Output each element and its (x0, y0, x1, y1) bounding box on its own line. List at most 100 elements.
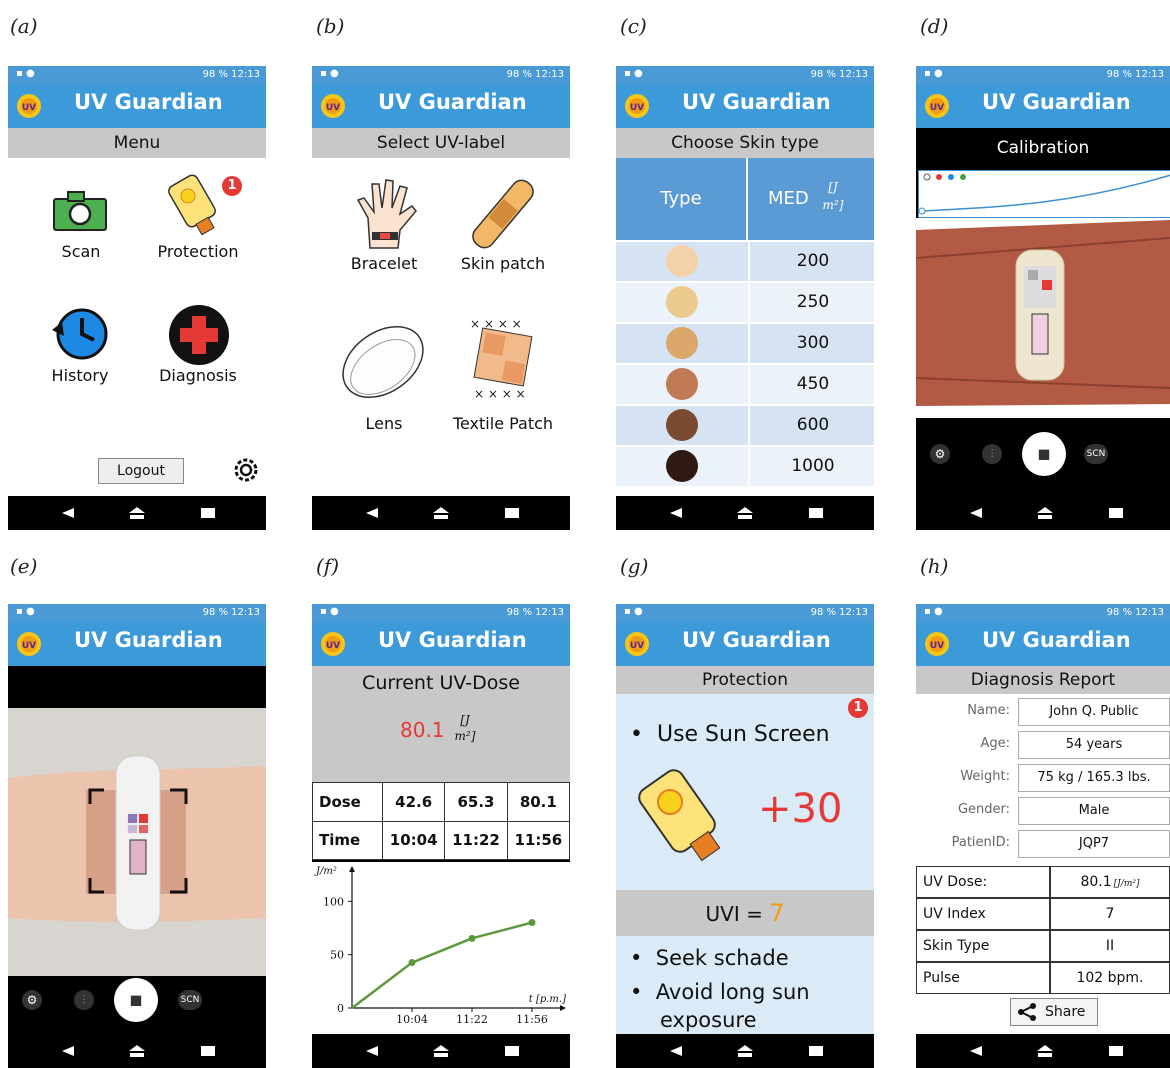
sunscreen-icon (168, 174, 216, 236)
settings-icon[interactable]: ⚙ (22, 990, 42, 1010)
time-cell: 10:04 (381, 820, 446, 860)
recents-icon[interactable] (808, 507, 824, 519)
svg-text:× × × ×: × × × × (470, 317, 522, 331)
sliders-icon[interactable]: ⫶ (982, 444, 1002, 464)
back-icon[interactable] (364, 1045, 380, 1057)
home-icon[interactable] (737, 507, 753, 519)
field-value[interactable]: 75 kg / 165.3 lbs. (1018, 764, 1170, 792)
sun-logo-icon: UV (925, 94, 949, 118)
history-button[interactable]: History (32, 304, 128, 390)
back-icon[interactable] (60, 507, 76, 519)
back-icon[interactable] (968, 1045, 984, 1057)
dose-row-label: Dose (312, 782, 383, 822)
svg-text:UV: UV (930, 641, 944, 651)
recents-icon[interactable] (200, 1045, 216, 1057)
protection-button[interactable]: 1 Protection (146, 172, 250, 272)
nav-bar (312, 496, 570, 530)
report-label: Pulse (916, 962, 1050, 994)
back-icon[interactable] (60, 1045, 76, 1057)
skin-color-swatch (666, 368, 698, 400)
logout-button[interactable]: Logout (98, 458, 184, 484)
settings-icon[interactable]: ⚙ (930, 444, 950, 464)
home-icon[interactable] (129, 507, 145, 519)
app-bar: UV UV Guardian (916, 84, 1170, 128)
home-icon[interactable] (1037, 1045, 1053, 1057)
dose-cell: 42.6 (381, 782, 446, 822)
svg-text:UV: UV (22, 641, 36, 651)
skin-type-table: Type MED [J m²] 200 250 300 450 600 1000 (616, 158, 874, 496)
page-title: Select UV-label (312, 128, 570, 158)
shutter-button[interactable]: ◼ (114, 978, 158, 1022)
gear-icon[interactable] (230, 454, 262, 486)
scene-mode-button[interactable]: SCN (178, 990, 202, 1010)
app-bar: UV UV Guardian (616, 622, 874, 666)
diagnosis-button[interactable]: Diagnosis (146, 304, 250, 390)
lens-option[interactable]: Lens (334, 322, 434, 433)
recents-icon[interactable] (1108, 1045, 1124, 1057)
sun-logo-icon: UV (17, 632, 41, 656)
notification-badge: 1 (848, 698, 868, 718)
back-icon[interactable] (668, 1045, 684, 1057)
textile-patch-label: Textile Patch (452, 414, 554, 433)
scene-mode-button[interactable]: SCN (1084, 444, 1108, 464)
camera-controls: ⚙ ⫶ ◼ SCN (8, 976, 266, 1034)
back-icon[interactable] (364, 507, 380, 519)
skin-type-row[interactable]: 1000 (616, 447, 874, 486)
scan-button[interactable]: Scan (36, 186, 126, 266)
skin-patch-option[interactable]: Skin patch (448, 178, 558, 278)
home-icon[interactable] (129, 1045, 145, 1057)
app-bar: UV UV Guardian (8, 622, 266, 666)
panel-label-d: (d) (920, 14, 949, 38)
home-icon[interactable] (433, 507, 449, 519)
sun-logo-icon: UV (321, 632, 345, 656)
skin-type-row[interactable]: 250 (616, 283, 874, 322)
sun-logo-icon: UV (925, 632, 949, 656)
sliders-icon[interactable]: ⫶ (74, 990, 94, 1010)
sun-logo-icon: UV (17, 94, 41, 118)
protection-content: 1 • Use Sun Screen +30 UVI = 7 • Seek sc… (616, 694, 874, 1034)
textile-patch-option[interactable]: × × × × × × × × Textile Patch (438, 312, 568, 433)
skin-type-row[interactable]: 600 (616, 406, 874, 445)
bullet-shade: • Seek schade (630, 946, 789, 970)
recents-icon[interactable] (504, 1045, 520, 1057)
back-icon[interactable] (668, 507, 684, 519)
bracelet-option[interactable]: Bracelet (334, 178, 434, 278)
dose-line-chart: 0 50 100 10:04 11:22 11:56 J/m² t [p.m.] (314, 866, 566, 1026)
recents-icon[interactable] (1108, 507, 1124, 519)
panel-label-f: (f) (316, 554, 340, 578)
history-clock-icon (52, 308, 108, 360)
bullet-sunscreen: • Use Sun Screen (630, 722, 830, 747)
history-label: History (51, 366, 109, 385)
field-value[interactable]: JQP7 (1018, 830, 1170, 858)
recents-icon[interactable] (200, 507, 216, 519)
skin-type-row[interactable]: 300 (616, 324, 874, 363)
field-value[interactable]: 54 years (1018, 731, 1170, 759)
page-title: Choose Skin type (616, 128, 874, 158)
home-icon[interactable] (737, 1045, 753, 1057)
phone-c: ▪ ● 98 % 12:13 UV UV Guardian Choose Skin… (616, 66, 874, 530)
medical-cross-icon (169, 305, 229, 365)
status-bar: ▪ ● 98 % 12:13 (312, 604, 570, 622)
recents-icon[interactable] (808, 1045, 824, 1057)
skin-type-row[interactable]: 450 (616, 365, 874, 404)
dose-point (528, 919, 536, 927)
sun-logo-icon: UV (321, 94, 345, 118)
dose-point (468, 934, 476, 942)
shutter-button[interactable]: ◼ (1022, 432, 1066, 476)
protection-label: Protection (157, 242, 239, 261)
spf-value: +30 (758, 786, 843, 832)
skin-type-row[interactable]: 200 (616, 242, 874, 281)
share-button[interactable]: Share (1010, 998, 1098, 1026)
share-icon (1018, 1003, 1036, 1021)
app-bar: UV UV Guardian (312, 622, 570, 666)
report-content: Name: John Q. Public Age: 54 years Weight: 75… (916, 694, 1170, 1034)
back-icon[interactable] (968, 507, 984, 519)
recents-icon[interactable] (504, 507, 520, 519)
nav-bar (8, 1034, 266, 1068)
home-icon[interactable] (1037, 507, 1053, 519)
field-value[interactable]: John Q. Public (1018, 698, 1170, 726)
x-tick-label: 10:04 (396, 1013, 428, 1026)
field-value[interactable]: Male (1018, 797, 1170, 825)
report-label: Skin Type (916, 930, 1050, 962)
home-icon[interactable] (433, 1045, 449, 1057)
